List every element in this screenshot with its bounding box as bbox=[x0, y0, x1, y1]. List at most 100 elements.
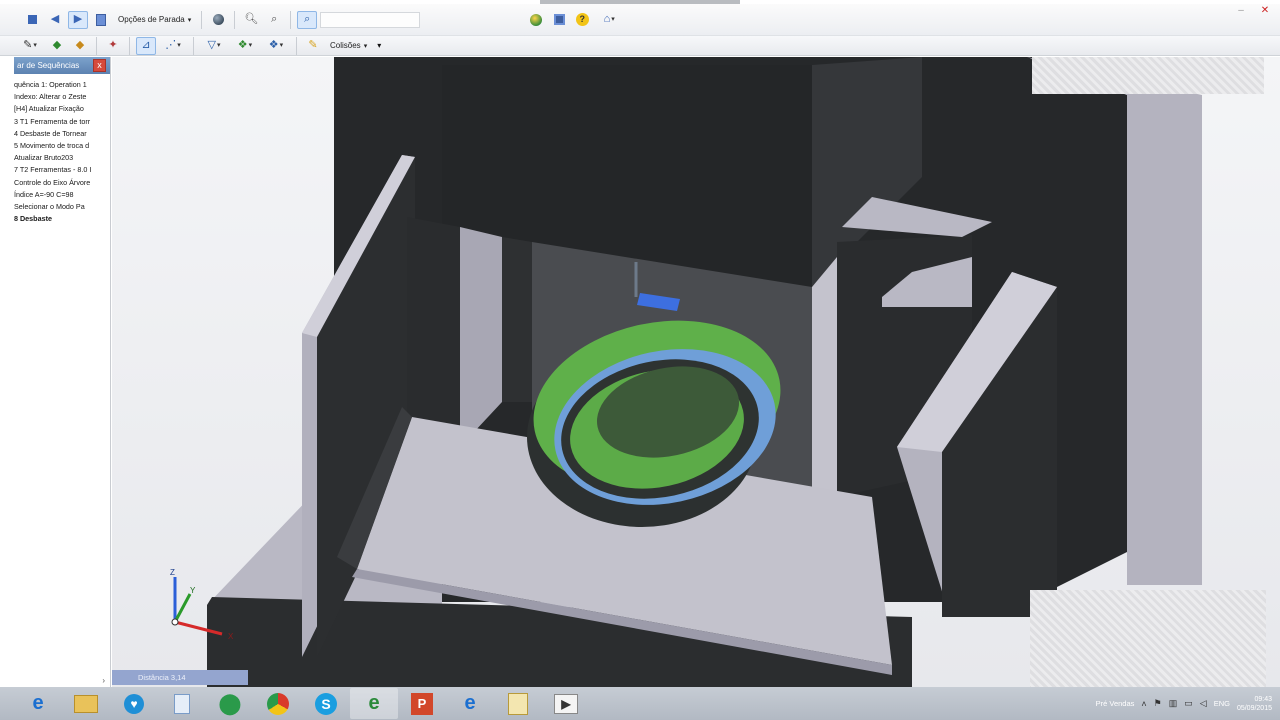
sequence-panel-title: ar de Sequências bbox=[17, 61, 80, 70]
search-button[interactable]: ⌕ bbox=[297, 10, 318, 29]
machine-view-button[interactable] bbox=[208, 11, 228, 29]
tool-display-dropdown[interactable]: ✎ bbox=[16, 37, 44, 55]
stop-button[interactable] bbox=[22, 11, 42, 29]
search-input[interactable] bbox=[320, 11, 421, 28]
clock[interactable]: 09:43 05/09/2015 bbox=[1237, 695, 1272, 713]
taskbar-explorer[interactable] bbox=[62, 688, 110, 719]
zoom-button[interactable]: 🔍︎ bbox=[241, 11, 261, 29]
taskbar-chrome[interactable] bbox=[254, 688, 302, 719]
sequence-item[interactable]: Atualizar Bruto203 bbox=[14, 152, 110, 164]
cavity-right-wall bbox=[812, 257, 837, 517]
collisions-icon-button[interactable]: ✎ bbox=[303, 37, 323, 55]
transparency-dropdown[interactable]: ❖ bbox=[231, 37, 259, 55]
clock-date: 05/09/2015 bbox=[1236, 704, 1272, 712]
y-axis-label: Y bbox=[190, 586, 196, 595]
toolpath-options-dropdown[interactable]: ⋰ bbox=[159, 37, 187, 55]
clock-time: 09:43 bbox=[1254, 695, 1272, 703]
taskbar-cam-app[interactable] bbox=[494, 688, 542, 719]
sequence-item[interactable]: 4 Desbaste de Tornear bbox=[14, 128, 110, 140]
sequence-item[interactable]: 8 Desbaste bbox=[14, 213, 110, 225]
toolpath-options-icon: ⋰ bbox=[165, 39, 177, 51]
powerpoint-icon: P bbox=[411, 692, 433, 715]
globe-button[interactable] bbox=[526, 11, 546, 29]
sequence-item[interactable]: 5 Movimento de troca d bbox=[14, 140, 110, 152]
sequence-item[interactable]: 3 T1 Ferramenta de torr bbox=[14, 116, 110, 128]
input-language[interactable]: ENG bbox=[1214, 699, 1230, 708]
taskbar-powerpoint[interactable]: P bbox=[398, 688, 446, 719]
report-button[interactable] bbox=[91, 11, 111, 29]
sequence-item[interactable]: Controle do Eixo Árvore bbox=[14, 177, 110, 189]
collisions-dropdown[interactable]: Colisões bbox=[326, 38, 371, 54]
magnifier-icon: 🔍︎ bbox=[244, 13, 259, 25]
windows-taskbar: e ♥ ⬤ S e P e ▶ Pré Vendas ˄ ⚑ ▥ ▭ ◁ ENG… bbox=[0, 687, 1280, 720]
folder-icon bbox=[74, 694, 98, 713]
battery-icon[interactable]: ▭ bbox=[1184, 698, 1193, 709]
fixture-icon: ◆ bbox=[75, 39, 85, 51]
collision-icon: ✎ bbox=[308, 39, 318, 51]
ie-icon: e bbox=[32, 692, 44, 714]
chevron-up-icon[interactable]: ˄ bbox=[1141, 699, 1146, 709]
display-mode-dropdown[interactable]: ▽ bbox=[200, 37, 228, 55]
sequence-item[interactable]: 7 T2 Ferramentas - 8.0 I bbox=[14, 164, 110, 176]
sequence-panel-close-button[interactable]: x bbox=[93, 59, 106, 72]
transparency-icon: ❖ bbox=[237, 39, 248, 51]
sequence-item[interactable]: [H4] Atualizar Fixação bbox=[14, 103, 110, 115]
toolbar-separator bbox=[96, 36, 97, 55]
view-toolbar: ✎ ◆ ◆ ✦ ⊿ ⋰ ▽ ❖ ❖ ✎ Colisões ▾ bbox=[0, 36, 1280, 56]
sequence-item[interactable]: Selecionar o Modo Pa bbox=[14, 201, 110, 213]
flag-icon[interactable]: ⚑ bbox=[1154, 698, 1162, 709]
section-icon: ❖ bbox=[268, 39, 279, 51]
overlay-tile-bottom-right bbox=[1030, 590, 1266, 687]
help-button[interactable]: ? bbox=[572, 11, 592, 29]
sequence-item[interactable]: Índice A=-90 C=98 bbox=[14, 189, 110, 201]
simulation-viewport[interactable]: Z Y X Distância 3,14 bbox=[112, 57, 1280, 687]
search-icon: ⌕ bbox=[304, 13, 311, 25]
machine-button[interactable]: ✦ bbox=[103, 37, 123, 55]
taskbar-media-player[interactable]: ▶ bbox=[542, 688, 590, 719]
taskbar-ie-2[interactable]: e bbox=[350, 688, 398, 719]
sequence-list: quência 1: Operation 1 Indexo: Alterar o … bbox=[14, 74, 110, 225]
home-icon: ⌂ bbox=[603, 13, 611, 25]
play-icon: ▶ bbox=[73, 13, 83, 25]
minimize-button[interactable]: – bbox=[1232, 4, 1250, 16]
fixture-button[interactable]: ◆ bbox=[70, 37, 90, 55]
globe-icon bbox=[530, 13, 543, 26]
scroll-right-arrow[interactable]: › bbox=[102, 676, 105, 685]
document-icon bbox=[174, 693, 190, 714]
overlay-tile-top-right bbox=[1032, 57, 1264, 94]
taskbar-app-shield[interactable]: ♥ bbox=[110, 688, 158, 719]
section-dropdown[interactable]: ❖ bbox=[262, 37, 290, 55]
map-pin-icon: ⬤ bbox=[218, 693, 242, 715]
sphere-icon bbox=[212, 14, 224, 25]
save-button[interactable] bbox=[549, 11, 569, 29]
zoom-window-button[interactable]: ⌕ bbox=[264, 11, 284, 29]
step-back-button[interactable]: ◀ bbox=[45, 11, 65, 29]
stock-button[interactable]: ◆ bbox=[47, 37, 67, 55]
taskbar-ie[interactable]: e bbox=[14, 688, 62, 719]
sequence-item[interactable]: Indexo: Alterar o Zeste bbox=[14, 91, 110, 103]
stop-icon bbox=[27, 15, 37, 24]
close-window-button[interactable]: ✕ bbox=[1256, 4, 1274, 16]
network-icon[interactable]: ▥ bbox=[1169, 698, 1178, 709]
taskbar-skype[interactable]: S bbox=[302, 688, 350, 719]
home-button[interactable]: ⌂ bbox=[595, 11, 623, 29]
chrome-icon bbox=[267, 692, 289, 715]
taskbar-notepad[interactable] bbox=[158, 688, 206, 719]
volume-icon[interactable]: ◁ bbox=[1200, 698, 1207, 709]
toolpath-button[interactable]: ⊿ bbox=[136, 36, 156, 55]
cam-app-icon bbox=[508, 692, 528, 715]
distance-status: Distância 3,14 bbox=[112, 670, 248, 685]
toolbar-overflow-button[interactable]: ▾ bbox=[374, 37, 384, 55]
shield-icon: ♥ bbox=[124, 693, 144, 714]
taskbar-maps[interactable]: ⬤ bbox=[206, 688, 254, 719]
taskbar-ie-3[interactable]: e bbox=[446, 688, 494, 719]
sequence-panel: ar de Sequências x quência 1: Operation … bbox=[14, 57, 111, 687]
stop-options-dropdown[interactable]: Opções de Parada bbox=[114, 12, 195, 28]
sequence-item[interactable]: quência 1: Operation 1 bbox=[14, 79, 110, 91]
tool-icon: ✎ bbox=[23, 39, 33, 51]
help-icon: ? bbox=[575, 13, 589, 26]
x-axis-label: X bbox=[228, 632, 234, 641]
play-button[interactable]: ▶ bbox=[68, 10, 88, 29]
y-axis-line bbox=[173, 593, 192, 623]
toolbar-separator bbox=[290, 10, 292, 29]
